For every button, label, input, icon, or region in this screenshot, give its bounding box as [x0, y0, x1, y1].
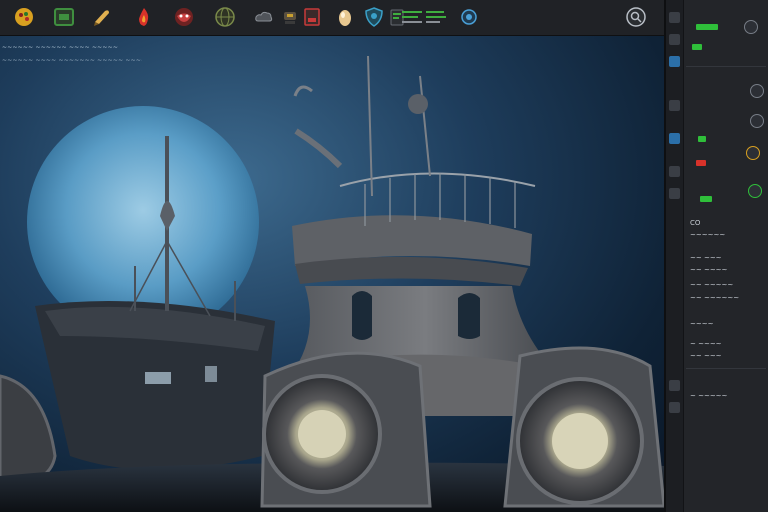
canvas-caption-line-1: ~~~~~~ ~~~~~~ ~~~~ ~~~~~	[2, 44, 119, 51]
green-indicator	[700, 196, 712, 202]
rail-icon[interactable]	[669, 133, 680, 144]
green-indicator	[692, 44, 702, 50]
green-indicator	[698, 136, 706, 142]
layer-thumbnail[interactable]	[748, 184, 762, 198]
divider	[686, 66, 766, 67]
layer-thumbnail[interactable]	[746, 146, 760, 160]
panel-row[interactable]: CO	[690, 219, 762, 228]
search-icon[interactable]	[624, 5, 648, 29]
rail-icon[interactable]	[669, 188, 680, 199]
panel-row[interactable]: ~~ ~~~~~~	[690, 294, 762, 303]
rail-icon[interactable]	[669, 402, 680, 413]
mask-icon[interactable]	[172, 5, 196, 29]
panel-rail	[666, 0, 684, 512]
globe-icon[interactable]	[213, 5, 237, 29]
cloud-icon[interactable]	[252, 5, 276, 29]
layer-thumbnail[interactable]	[750, 84, 764, 98]
properties-panel: CO ~~~~~~ ~~ ~~~ ~~ ~~~~ ~~ ~~~~~ ~~ ~~~…	[664, 0, 768, 512]
lamp-icon[interactable]	[278, 5, 302, 29]
circle-icon[interactable]	[457, 5, 481, 29]
palette-icon[interactable]	[12, 5, 36, 29]
sliders-icon[interactable]	[400, 5, 450, 29]
fire-icon[interactable]	[132, 5, 156, 29]
image-icon[interactable]	[52, 5, 76, 29]
rail-icon[interactable]	[669, 12, 680, 23]
rail-icon[interactable]	[669, 56, 680, 67]
panel-row[interactable]: ~ ~~~~	[690, 340, 762, 349]
panel-row[interactable]: ~~ ~~~	[690, 352, 762, 361]
panel-row[interactable]: ~~ ~~~~~	[690, 281, 762, 290]
canvas-caption-line-2: ~~~~~~ ~~~~ ~~~~~~~ ~~~~~ ~~~~~~~~~~~~ ~…	[2, 57, 142, 64]
image-canvas[interactable]: ~~~~~~ ~~~~~~ ~~~~ ~~~~~ ~~~~~~ ~~~~ ~~~…	[0, 36, 664, 512]
egg-icon[interactable]	[333, 5, 357, 29]
top-toolbar	[0, 0, 768, 36]
divider	[686, 368, 766, 369]
red-indicator	[696, 160, 706, 166]
rail-icon[interactable]	[669, 380, 680, 391]
brush-icon[interactable]	[90, 5, 114, 29]
rail-icon[interactable]	[669, 166, 680, 177]
artwork	[0, 55, 664, 512]
green-indicator	[696, 24, 718, 30]
panel-row[interactable]: ~~ ~~~	[690, 254, 762, 263]
shield-icon[interactable]	[362, 5, 386, 29]
panel-row[interactable]: ~~ ~~~~	[690, 266, 762, 275]
card-icon[interactable]	[300, 5, 324, 29]
panel-row[interactable]: ~ ~~~~~	[690, 392, 762, 401]
layer-thumbnail[interactable]	[744, 20, 758, 34]
panel-row[interactable]: ~~~~	[690, 320, 762, 329]
layer-thumbnail[interactable]	[750, 114, 764, 128]
panel-row[interactable]: ~~~~~~	[690, 231, 762, 240]
rail-icon[interactable]	[669, 34, 680, 45]
rail-icon[interactable]	[669, 100, 680, 111]
